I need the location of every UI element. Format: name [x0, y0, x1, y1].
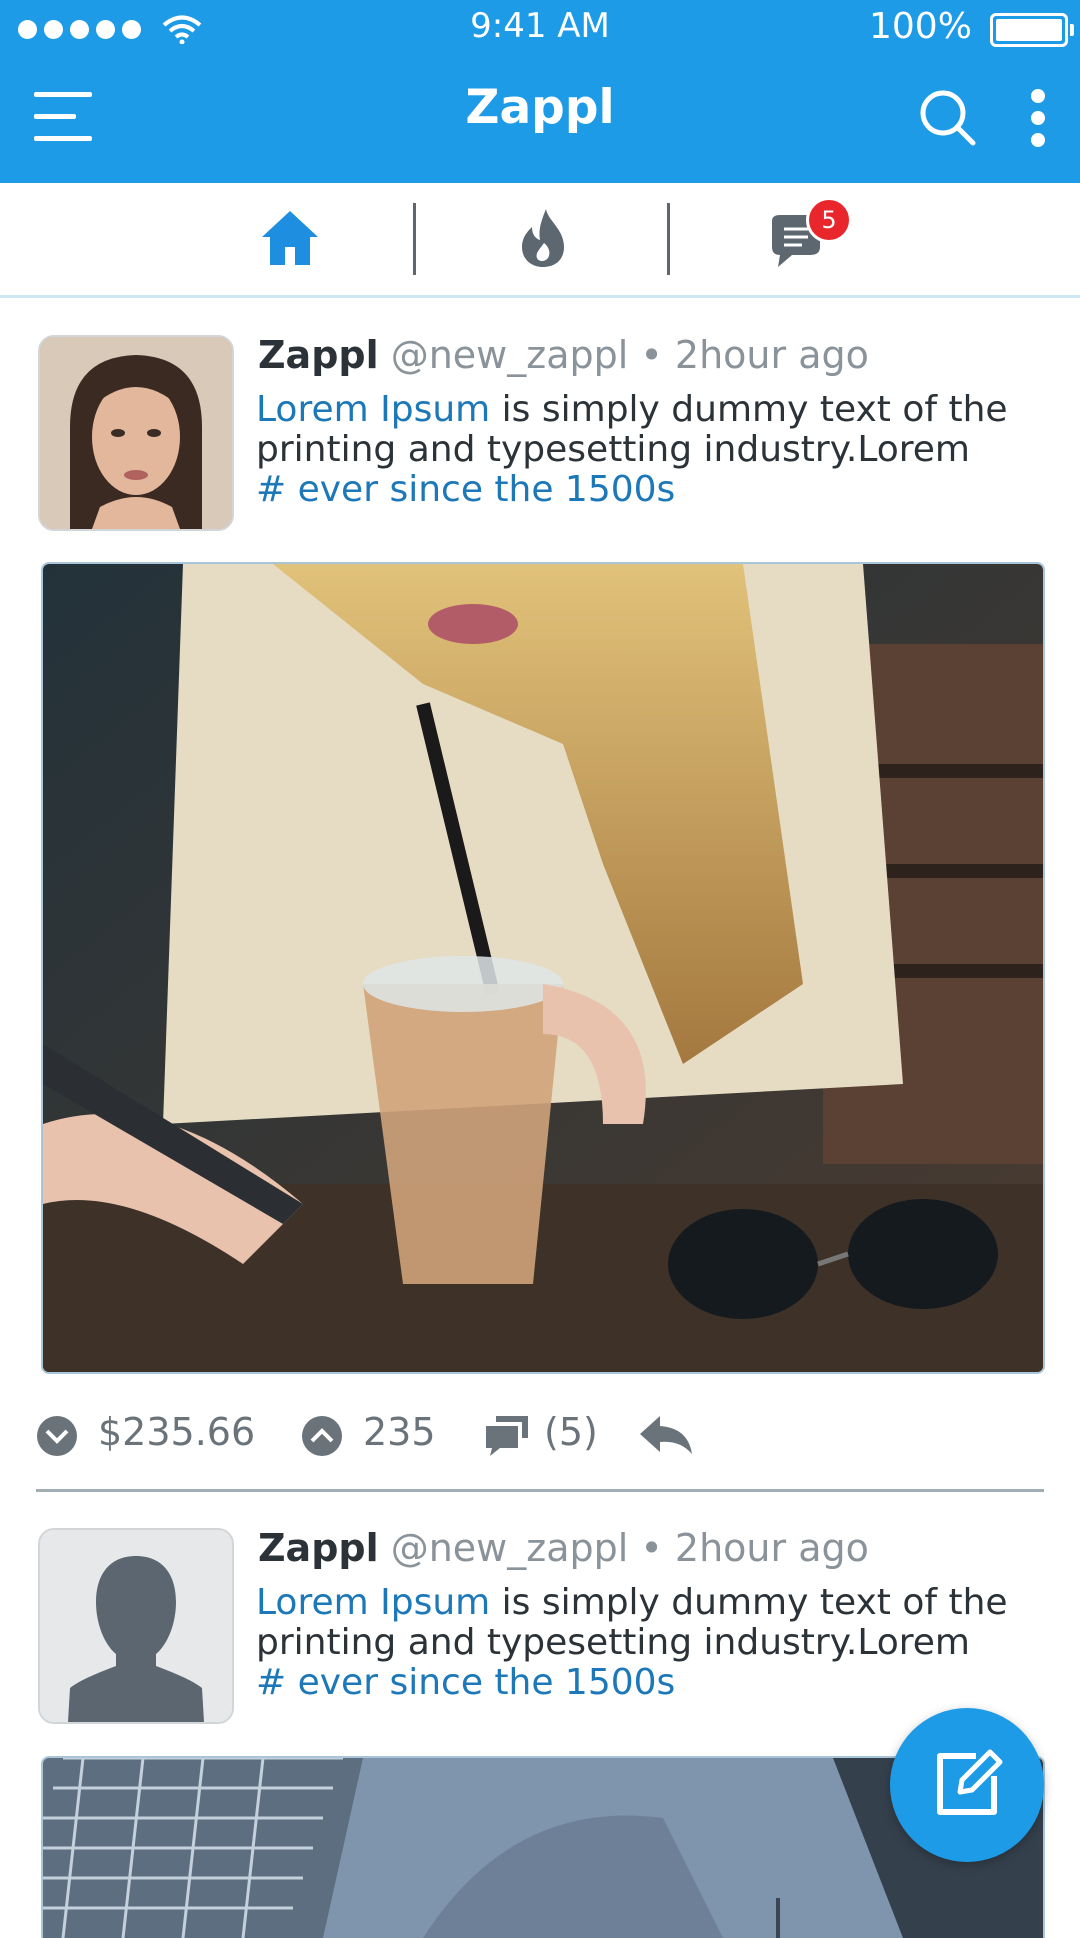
compose-icon	[937, 1749, 1003, 1815]
post-header: Zappl @new_zappl • 2hour ago	[258, 333, 869, 377]
price-value: $235.66	[98, 1410, 256, 1454]
separator-dot: •	[640, 1526, 663, 1570]
post-time: 2hour ago	[674, 333, 869, 377]
upvote-count: 235	[363, 1410, 436, 1454]
post-body: Lorem Ipsum is simply dummy text of the …	[256, 1583, 1016, 1703]
reply-icon[interactable]	[638, 1414, 694, 1458]
notification-badge: 5	[806, 197, 852, 243]
post-time: 2hour ago	[674, 1526, 869, 1570]
badge-count: 5	[821, 206, 837, 234]
post-body: Lorem Ipsum is simply dummy text of the …	[256, 390, 1016, 510]
post-header: Zappl @new_zappl • 2hour ago	[258, 1526, 869, 1570]
author-name[interactable]: Zappl	[258, 1526, 379, 1570]
avatar[interactable]	[38, 335, 234, 531]
comment-count: (5)	[544, 1410, 598, 1454]
flame-icon[interactable]	[518, 207, 568, 269]
avatar[interactable]	[38, 1528, 234, 1724]
compose-button[interactable]	[890, 1708, 1044, 1862]
post-actions: $235.66 235 (5)	[36, 1410, 1036, 1460]
more-vertical-icon[interactable]	[1024, 88, 1052, 148]
author-handle[interactable]: @new_zappl	[391, 333, 629, 377]
post-image[interactable]	[41, 562, 1045, 1374]
battery-percent: 100%	[869, 6, 972, 47]
hashtag-link[interactable]: # ever since the 1500s	[256, 469, 675, 510]
post-photo	[43, 564, 1043, 1372]
author-handle[interactable]: @new_zappl	[391, 1526, 629, 1570]
post-link[interactable]: Lorem Ipsum	[256, 1582, 490, 1623]
post-link[interactable]: Lorem Ipsum	[256, 389, 490, 430]
battery-icon	[990, 13, 1074, 47]
chevron-down-circle-icon[interactable]	[36, 1415, 78, 1457]
separator-dot: •	[640, 333, 663, 377]
avatar-photo	[40, 337, 232, 529]
app-header: 9:41 AM 100% Zappl	[0, 0, 1080, 183]
person-placeholder-icon	[40, 1530, 232, 1722]
post-divider	[36, 1489, 1044, 1492]
comments-icon[interactable]	[484, 1414, 530, 1458]
hashtag-link[interactable]: # ever since the 1500s	[256, 1662, 675, 1703]
tab-bar: 5	[0, 183, 1080, 298]
author-name[interactable]: Zappl	[258, 333, 379, 377]
chevron-up-circle-icon[interactable]	[301, 1415, 343, 1457]
search-icon[interactable]	[918, 88, 978, 148]
home-icon[interactable]	[260, 209, 320, 267]
